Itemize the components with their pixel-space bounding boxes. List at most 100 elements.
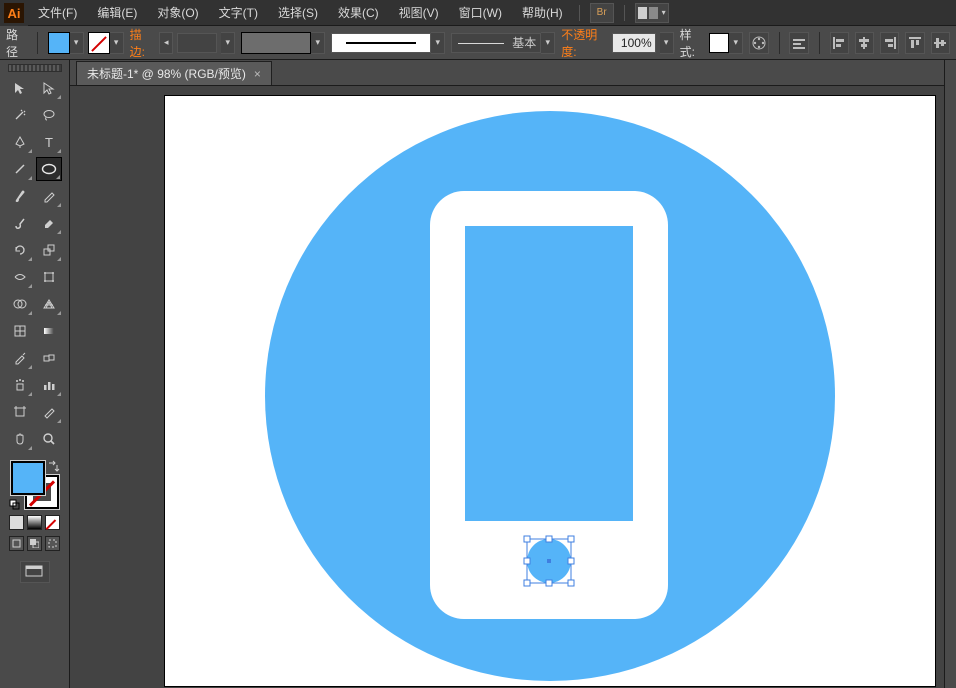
opacity-field[interactable]: 100%: [612, 33, 656, 53]
symbol-sprayer-tool[interactable]: [7, 373, 33, 397]
draw-inside-icon[interactable]: [45, 536, 60, 551]
stroke-weight-dropdown[interactable]: ▾: [221, 32, 235, 54]
ellipse-tool[interactable]: [36, 157, 62, 181]
graphic-style-swatch[interactable]: [709, 33, 729, 53]
fill-swatch-dropdown[interactable]: ▾: [70, 32, 84, 54]
fill-indicator[interactable]: [11, 461, 45, 495]
tools-panel: T: [0, 60, 70, 688]
rotate-tool[interactable]: [7, 238, 33, 262]
eyedropper-tool[interactable]: [7, 346, 33, 370]
tool-grid: T: [7, 76, 62, 451]
menu-bar: Ai 文件(F) 编辑(E) 对象(O) 文字(T) 选择(S) 效果(C) 视…: [0, 0, 956, 26]
align-right-icon[interactable]: [880, 32, 899, 54]
draw-mode-row: [9, 536, 60, 551]
color-mode-solid[interactable]: [9, 515, 24, 530]
align-left-icon[interactable]: [830, 32, 849, 54]
scale-tool[interactable]: [36, 238, 62, 262]
menu-window[interactable]: 窗口(W): [449, 0, 512, 26]
eraser-tool[interactable]: [36, 211, 62, 235]
stroke-swatch[interactable]: [88, 32, 110, 54]
column-graph-tool[interactable]: [36, 373, 62, 397]
brush-group: 基本 ▾: [451, 32, 555, 54]
menu-view[interactable]: 视图(V): [389, 0, 449, 26]
opacity-label[interactable]: 不透明度:: [561, 26, 605, 60]
graphic-style-group: ▾: [709, 32, 743, 54]
line-tool[interactable]: [7, 157, 33, 181]
stroke-swatch-dropdown[interactable]: ▾: [110, 32, 124, 54]
workspace-switcher[interactable]: ▾: [635, 3, 669, 23]
fill-swatch-group: ▾ ▾: [48, 32, 124, 54]
brush-dropdown[interactable]: ▾: [541, 32, 555, 54]
color-mode-none[interactable]: [45, 515, 60, 530]
stroke-definition[interactable]: [331, 33, 431, 53]
stroke-weight-group: ◂ ▾: [159, 32, 235, 54]
align-top-icon[interactable]: [905, 32, 924, 54]
separator: [819, 32, 820, 54]
recolor-artwork-icon[interactable]: [749, 32, 768, 54]
svg-text:T: T: [45, 135, 53, 149]
align-panel-icon[interactable]: [789, 32, 808, 54]
artboard-tool[interactable]: [7, 400, 33, 424]
graphic-style-dropdown[interactable]: ▾: [729, 32, 743, 54]
selection-tool[interactable]: [7, 76, 33, 100]
document-tab-bar: 未标题-1* @ 98% (RGB/预览) ×: [70, 60, 944, 86]
slice-tool[interactable]: [36, 400, 62, 424]
menu-select[interactable]: 选择(S): [268, 0, 328, 26]
menu-type[interactable]: 文字(T): [209, 0, 268, 26]
stroke-weight-decrease[interactable]: ◂: [159, 32, 173, 54]
menu-effect[interactable]: 效果(C): [328, 0, 389, 26]
brush-definition[interactable]: 基本: [451, 33, 541, 53]
color-mode-row: [9, 515, 60, 530]
screen-mode-button[interactable]: [20, 561, 50, 583]
separator: [37, 32, 38, 54]
selection-type-label: 路径: [6, 26, 27, 60]
style-label: 样式:: [680, 26, 704, 60]
width-tool[interactable]: [7, 265, 33, 289]
right-panel-strip[interactable]: [944, 60, 956, 688]
canvas[interactable]: [70, 86, 944, 688]
stroke-definition-dropdown[interactable]: ▾: [431, 32, 445, 54]
color-mode-gradient[interactable]: [27, 515, 42, 530]
stroke-weight-field[interactable]: [177, 33, 217, 53]
perspective-grid-tool[interactable]: [36, 292, 62, 316]
blend-tool[interactable]: [36, 346, 62, 370]
gradient-tool[interactable]: [36, 319, 62, 343]
pencil-tool[interactable]: [36, 184, 62, 208]
stroke-label[interactable]: 描边:: [130, 26, 154, 60]
artboard[interactable]: [165, 96, 935, 686]
separator: [779, 32, 780, 54]
close-tab-icon[interactable]: ×: [254, 67, 261, 81]
menu-edit[interactable]: 编辑(E): [87, 0, 147, 26]
type-tool[interactable]: T: [36, 130, 62, 154]
direct-selection-tool[interactable]: [36, 76, 62, 100]
stroke-profile-dropdown[interactable]: ▾: [311, 32, 325, 54]
draw-behind-icon[interactable]: [27, 536, 42, 551]
draw-normal-icon[interactable]: [9, 536, 24, 551]
stroke-profile[interactable]: [241, 32, 311, 54]
hand-tool[interactable]: [7, 427, 33, 451]
panel-grip[interactable]: [8, 64, 62, 72]
align-vcenter-icon[interactable]: [931, 32, 950, 54]
fill-stroke-indicator[interactable]: [9, 459, 61, 511]
document-tab[interactable]: 未标题-1* @ 98% (RGB/预览) ×: [76, 61, 272, 85]
bridge-button[interactable]: Br: [590, 3, 614, 23]
menu-file[interactable]: 文件(F): [28, 0, 87, 26]
fill-swatch[interactable]: [48, 32, 70, 54]
pen-tool[interactable]: [7, 130, 33, 154]
artwork-phone-screen[interactable]: [465, 226, 633, 521]
menu-help[interactable]: 帮助(H): [512, 0, 573, 26]
paintbrush-tool[interactable]: [7, 184, 33, 208]
swap-fill-stroke-icon[interactable]: [47, 459, 61, 473]
zoom-tool[interactable]: [36, 427, 62, 451]
opacity-dropdown[interactable]: ▾: [660, 32, 674, 54]
align-hcenter-icon[interactable]: [855, 32, 874, 54]
mesh-tool[interactable]: [7, 319, 33, 343]
blob-brush-tool[interactable]: [7, 211, 33, 235]
lasso-tool[interactable]: [36, 103, 62, 127]
stroke-type-group: ▾: [331, 32, 445, 54]
default-fill-stroke-icon[interactable]: [9, 499, 21, 511]
shape-builder-tool[interactable]: [7, 292, 33, 316]
menu-object[interactable]: 对象(O): [147, 0, 208, 26]
magic-wand-tool[interactable]: [7, 103, 33, 127]
free-transform-tool[interactable]: [36, 265, 62, 289]
